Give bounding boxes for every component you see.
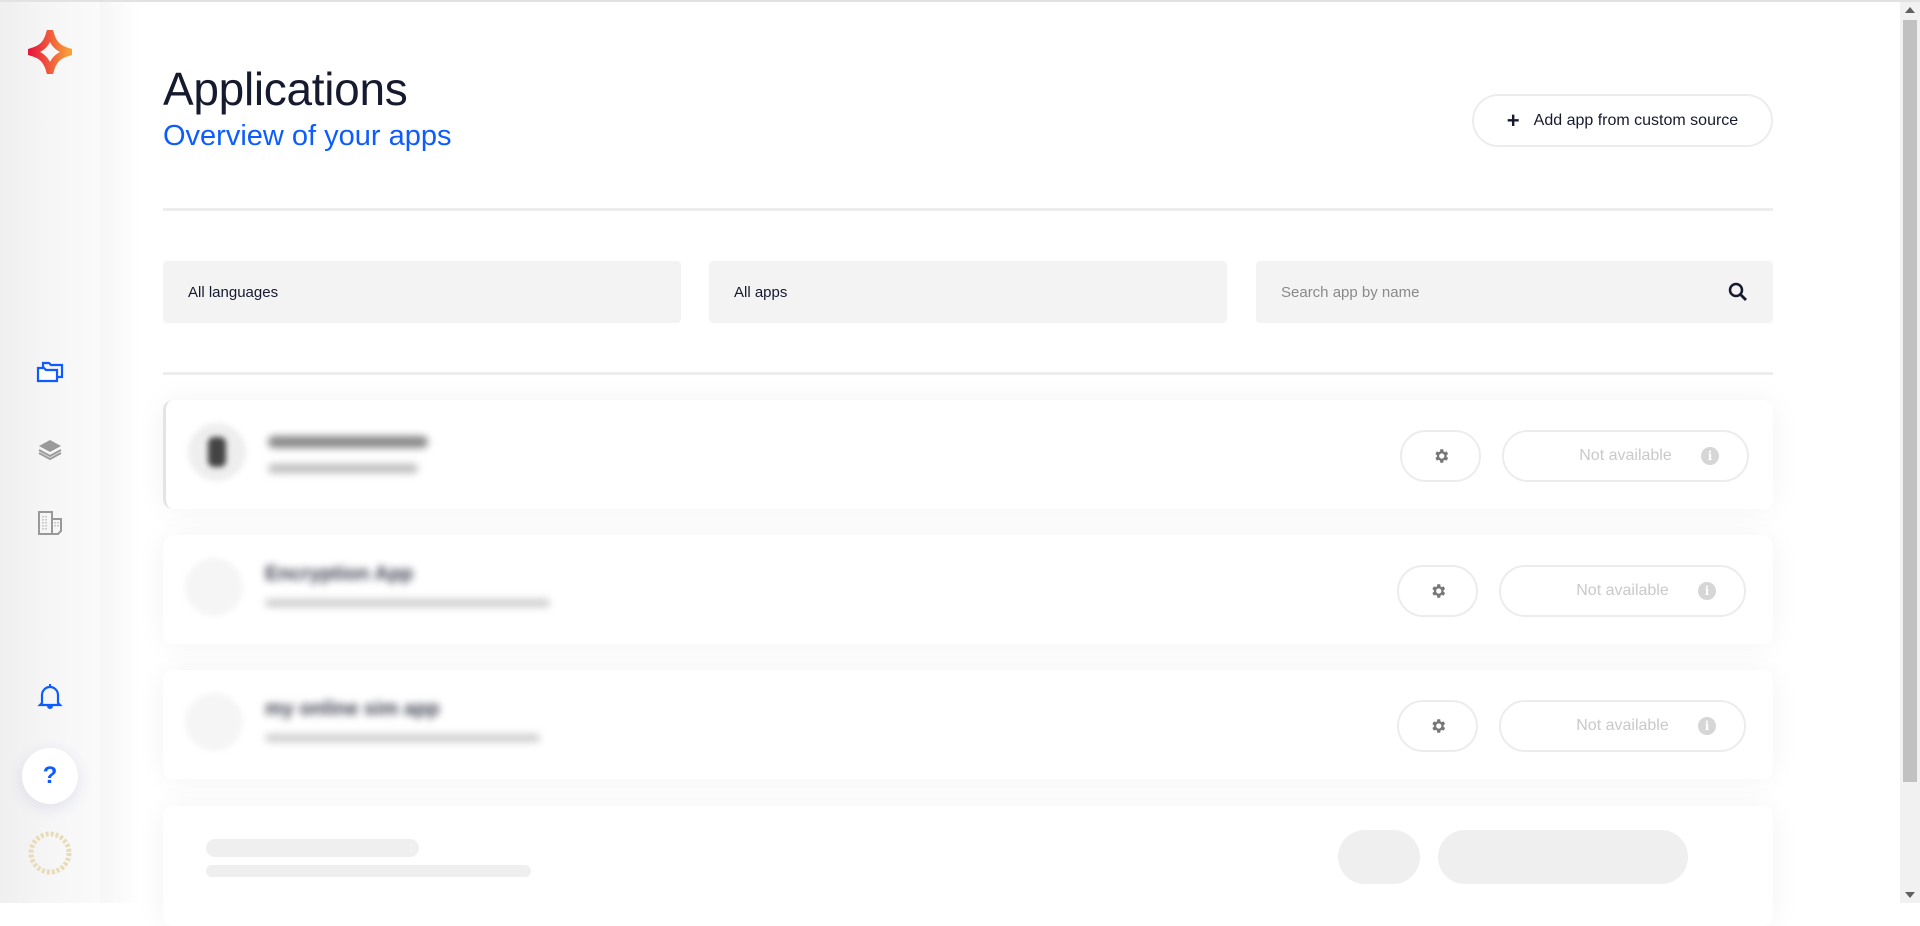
app-name-blurred [268, 436, 428, 448]
app-subtitle-blurred [268, 464, 418, 473]
app-status-button: Not available i [1502, 430, 1749, 482]
bell-icon [37, 684, 63, 709]
status-label: Not available [1576, 582, 1669, 599]
plus-icon: + [1506, 107, 1520, 133]
scroll-up-arrow-icon[interactable] [1905, 7, 1915, 13]
gear-icon [1431, 584, 1445, 598]
app-card-skeleton [163, 806, 1773, 926]
sidebar-item-organizations[interactable] [37, 510, 63, 536]
info-icon[interactable]: i [1698, 582, 1716, 600]
apps-filter-value: All apps [734, 283, 788, 301]
app-status-button: Not available i [1499, 700, 1746, 752]
status-label: Not available [1579, 447, 1672, 464]
search-input[interactable]: Search app by name [1256, 261, 1773, 323]
sidebar: ? [0, 2, 100, 903]
buildings-icon [38, 511, 62, 535]
scrollbar-thumb[interactable] [1903, 20, 1917, 782]
search-placeholder: Search app by name [1281, 283, 1420, 301]
scroll-down-arrow-icon[interactable] [1905, 892, 1915, 898]
app-status-button: Not available i [1499, 565, 1746, 617]
add-app-custom-source-button[interactable]: + Add app from custom source [1472, 94, 1773, 147]
skeleton-subtitle [206, 865, 531, 877]
skeleton-status [1438, 830, 1688, 884]
divider [163, 372, 1773, 375]
skeleton-button [1338, 830, 1420, 884]
page-subtitle: Overview of your apps [163, 120, 452, 152]
app-card[interactable]: Encryption App Not available i [163, 535, 1773, 644]
add-app-label: Add app from custom source [1533, 111, 1739, 129]
app-settings-button[interactable] [1400, 430, 1481, 482]
logo-star-icon[interactable] [28, 30, 72, 74]
apps-filter[interactable]: All apps [709, 261, 1227, 323]
app-name: my online sim app [265, 698, 440, 720]
search-icon[interactable] [1728, 282, 1748, 302]
info-icon[interactable]: i [1698, 717, 1716, 735]
app-settings-button[interactable] [1397, 565, 1478, 617]
language-filter[interactable]: All languages [163, 261, 681, 323]
vertical-scrollbar[interactable] [1900, 2, 1920, 903]
app-icon [185, 693, 243, 751]
page-title: Applications [163, 63, 408, 115]
sidebar-item-layers[interactable] [37, 438, 63, 460]
app-subtitle-blurred [265, 599, 550, 607]
content-edge-shade [100, 2, 140, 903]
app-settings-button[interactable] [1397, 700, 1478, 752]
help-button[interactable]: ? [22, 748, 78, 804]
app-card[interactable]: my online sim app Not available i [163, 670, 1773, 779]
window-top-border [0, 0, 1920, 2]
app-icon [185, 558, 243, 616]
language-filter-value: All languages [188, 283, 279, 301]
app-subtitle-blurred [265, 734, 540, 742]
user-avatar[interactable] [25, 828, 75, 878]
layers-icon [38, 440, 62, 460]
divider [163, 208, 1773, 211]
sidebar-item-applications[interactable] [36, 360, 64, 384]
status-label: Not available [1576, 717, 1669, 734]
app-card[interactable]: Not available i [163, 400, 1773, 509]
info-icon[interactable]: i [1701, 447, 1719, 465]
app-name: Encryption App [265, 563, 414, 585]
gear-icon [1431, 719, 1445, 733]
sidebar-item-notifications[interactable] [37, 683, 63, 709]
gear-icon [1434, 449, 1448, 463]
folders-icon [36, 361, 64, 383]
app-icon [188, 423, 246, 481]
skeleton-title [206, 839, 419, 857]
